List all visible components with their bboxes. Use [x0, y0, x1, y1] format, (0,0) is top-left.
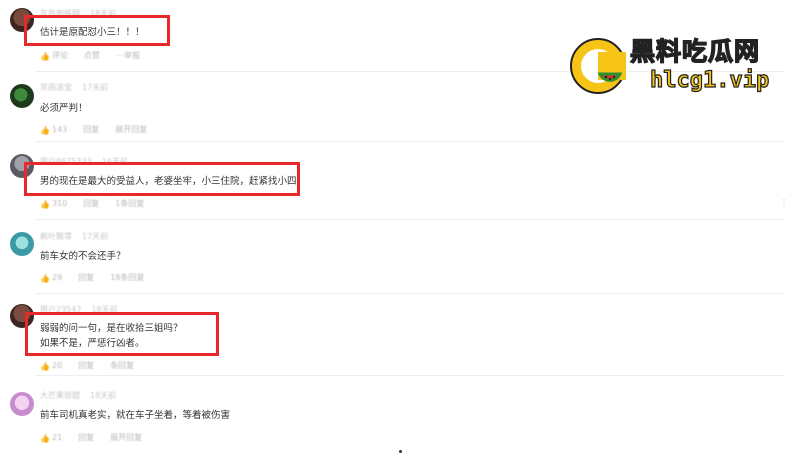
- reply-button[interactable]: 回复: [78, 432, 94, 443]
- reply-button[interactable]: 点赞: [84, 50, 100, 61]
- comment-actions: 👍 143 回复 展开回复: [40, 124, 163, 135]
- expand-replies-link[interactable]: 展开回复: [115, 124, 147, 135]
- expand-replies-link[interactable]: 1条回复: [115, 198, 144, 209]
- thumb-up-icon: 👍: [40, 125, 50, 135]
- thumb-up-icon: 👍: [40, 273, 50, 283]
- thumb-up-icon: 👍: [40, 433, 50, 443]
- thumb-up-icon: 👍: [40, 199, 50, 209]
- expand-replies-link[interactable]: 18条回复: [110, 272, 144, 283]
- expand-replies-link[interactable]: ⋯举报: [116, 50, 140, 61]
- like-button[interactable]: 👍 310: [40, 199, 67, 209]
- avatar[interactable]: [10, 392, 34, 416]
- thumb-up-icon: 👍: [40, 361, 50, 371]
- highlight-box: [25, 312, 219, 356]
- like-button[interactable]: 👍 21: [40, 433, 62, 443]
- username[interactable]: 大芒果很甜: [40, 391, 80, 400]
- like-button[interactable]: 👍 29: [40, 273, 62, 283]
- comment-meta: 枫叶飘零 17天前: [40, 231, 108, 242]
- comment-feed: 灰色蜘蛛网 18天前 估计是原配怼小三！！！ 👍 评论 点赞 ⋯举报 灰雨凉宝 17天…: [0, 0, 800, 458]
- comment-item: 大芒果很甜 18天前 前车司机真老实，就在车子坐着，等着被伤害 👍 21 回复 展开…: [0, 376, 795, 458]
- more-options-icon[interactable]: ⋮: [779, 198, 789, 209]
- avatar[interactable]: [10, 232, 34, 256]
- avatar[interactable]: [10, 84, 34, 108]
- reply-button[interactable]: 回复: [78, 272, 94, 283]
- reply-button[interactable]: 回复: [83, 198, 99, 209]
- comment-meta: 灰雨凉宝 17天前: [40, 82, 108, 93]
- comment-actions: 👍 21 回复 展开回复: [40, 432, 158, 443]
- highlight-box: [24, 15, 170, 46]
- expand-replies-link[interactable]: 展开回复: [110, 432, 142, 443]
- comment-text: 必须严判！: [40, 101, 88, 116]
- watermark-title: 黑料吃瓜网: [629, 36, 761, 66]
- comment-actions: 👍 20 回复 条回复: [40, 360, 150, 371]
- username[interactable]: 枫叶飘零: [40, 232, 72, 241]
- comment-actions: 👍 310 回复 1条回复: [40, 198, 160, 209]
- like-button[interactable]: 👍 20: [40, 361, 62, 371]
- watermark-url: hlcg1.vip: [649, 67, 770, 93]
- comment-actions: 👍 评论 点赞 ⋯举报: [40, 50, 156, 61]
- comment-text: 前车女的不会还手？: [40, 249, 126, 264]
- comment-line: 必须严判！: [40, 103, 88, 114]
- comment-item: 枫叶飘零 17天前 前车女的不会还手？ 👍 29 回复 18条回复: [0, 220, 795, 294]
- like-button[interactable]: 👍 143: [40, 125, 67, 135]
- timestamp: 17天前: [82, 232, 109, 241]
- highlight-box: [24, 162, 300, 196]
- comment-line: 前车司机真老实，就在车子坐着，等着被伤害: [40, 410, 231, 421]
- reply-button[interactable]: 回复: [83, 124, 99, 135]
- comment-actions: 👍 29 回复 18条回复: [40, 272, 160, 283]
- username[interactable]: 灰雨凉宝: [40, 83, 72, 92]
- reply-button[interactable]: 回复: [78, 360, 94, 371]
- comment-line: 前车女的不会还手？: [40, 251, 126, 262]
- comment-text: 前车司机真老实，就在车子坐着，等着被伤害: [40, 408, 230, 423]
- comment-meta: 大芒果很甜 18天前: [40, 390, 116, 401]
- watermark-logo: 黑料吃瓜网 hlcg1.vip: [568, 30, 786, 106]
- thumb-up-icon: 👍: [40, 51, 50, 61]
- timestamp: 17天前: [82, 83, 109, 92]
- like-button[interactable]: 👍 评论: [40, 50, 68, 61]
- page-dot: [399, 450, 402, 453]
- timestamp: 18天前: [90, 391, 117, 400]
- watermelon-logo-icon: [570, 38, 626, 94]
- expand-replies-link[interactable]: 条回复: [110, 360, 134, 371]
